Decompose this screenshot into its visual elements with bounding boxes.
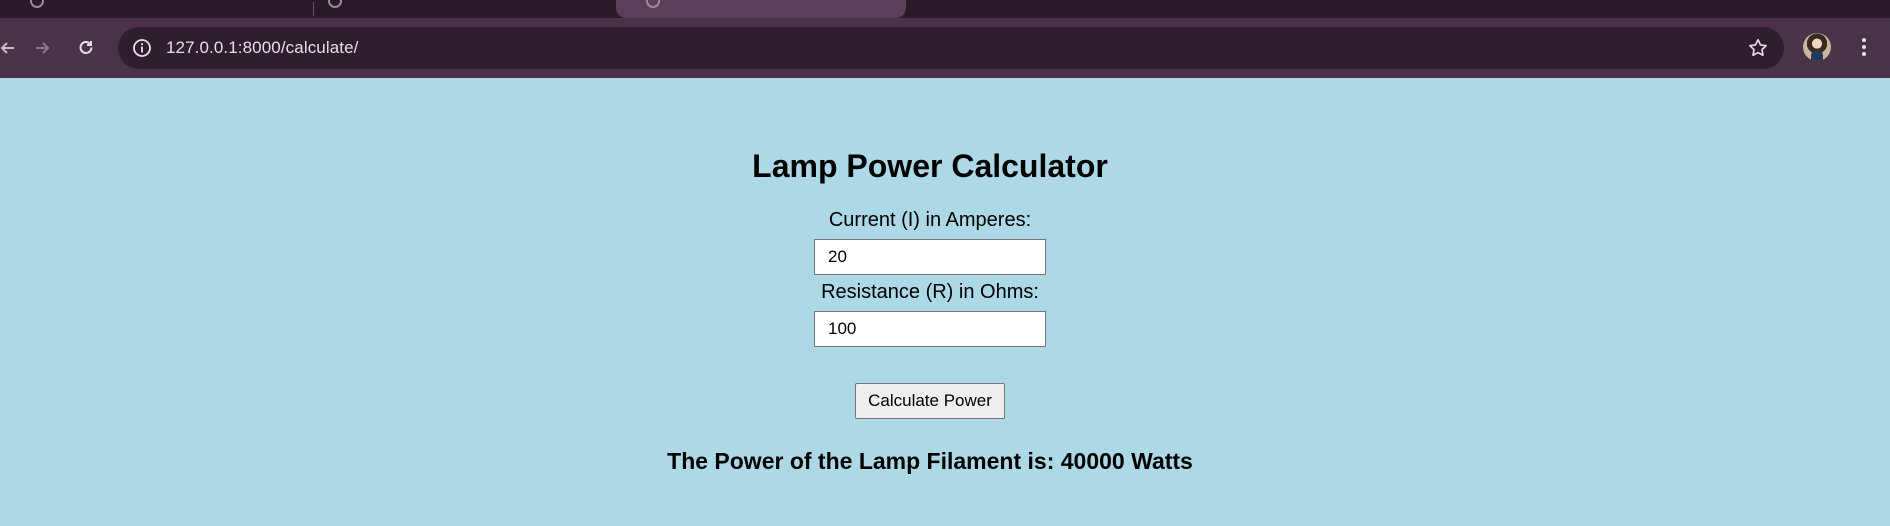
browser-tab-1[interactable] xyxy=(0,0,310,18)
url-text[interactable]: 127.0.0.1:8000/calculate/ xyxy=(166,38,358,58)
arrow-right-icon xyxy=(36,42,50,54)
current-label: Current (I) in Amperes: xyxy=(828,209,1032,231)
tab-favicon-icon xyxy=(30,0,44,8)
tab-favicon-icon xyxy=(646,0,660,8)
calculate-power-button[interactable]: Calculate Power xyxy=(855,383,1005,419)
forward-button[interactable] xyxy=(24,30,60,66)
back-button[interactable] xyxy=(0,30,26,66)
page-title: Lamp Power Calculator xyxy=(752,148,1108,184)
tab-separator xyxy=(313,2,314,16)
result-text: The Power of the Lamp Filament is: 40000… xyxy=(667,448,1193,474)
current-input[interactable] xyxy=(814,239,1046,275)
tab-strip xyxy=(0,0,1890,18)
resistance-input[interactable] xyxy=(814,311,1046,347)
reload-button[interactable] xyxy=(68,30,104,66)
star-icon[interactable] xyxy=(1746,36,1770,60)
profile-avatar[interactable] xyxy=(1803,33,1831,61)
reload-icon xyxy=(79,41,93,54)
resistance-label: Resistance (R) in Ohms: xyxy=(821,281,1039,303)
avatar-figure xyxy=(1811,50,1823,61)
browser-tab-active[interactable] xyxy=(616,0,906,18)
address-bar[interactable]: 127.0.0.1:8000/calculate/ xyxy=(118,27,1784,69)
arrow-left-icon xyxy=(0,42,14,54)
tab-favicon-icon xyxy=(328,0,342,8)
kebab-menu-icon[interactable] xyxy=(1852,33,1876,61)
page-content: Lamp Power Calculator Current (I) in Amp… xyxy=(0,78,1890,526)
new-tab-area[interactable] xyxy=(906,0,1890,18)
browser-tab-2[interactable] xyxy=(316,0,616,18)
info-icon[interactable] xyxy=(130,36,154,60)
browser-toolbar: 127.0.0.1:8000/calculate/ xyxy=(0,18,1890,78)
